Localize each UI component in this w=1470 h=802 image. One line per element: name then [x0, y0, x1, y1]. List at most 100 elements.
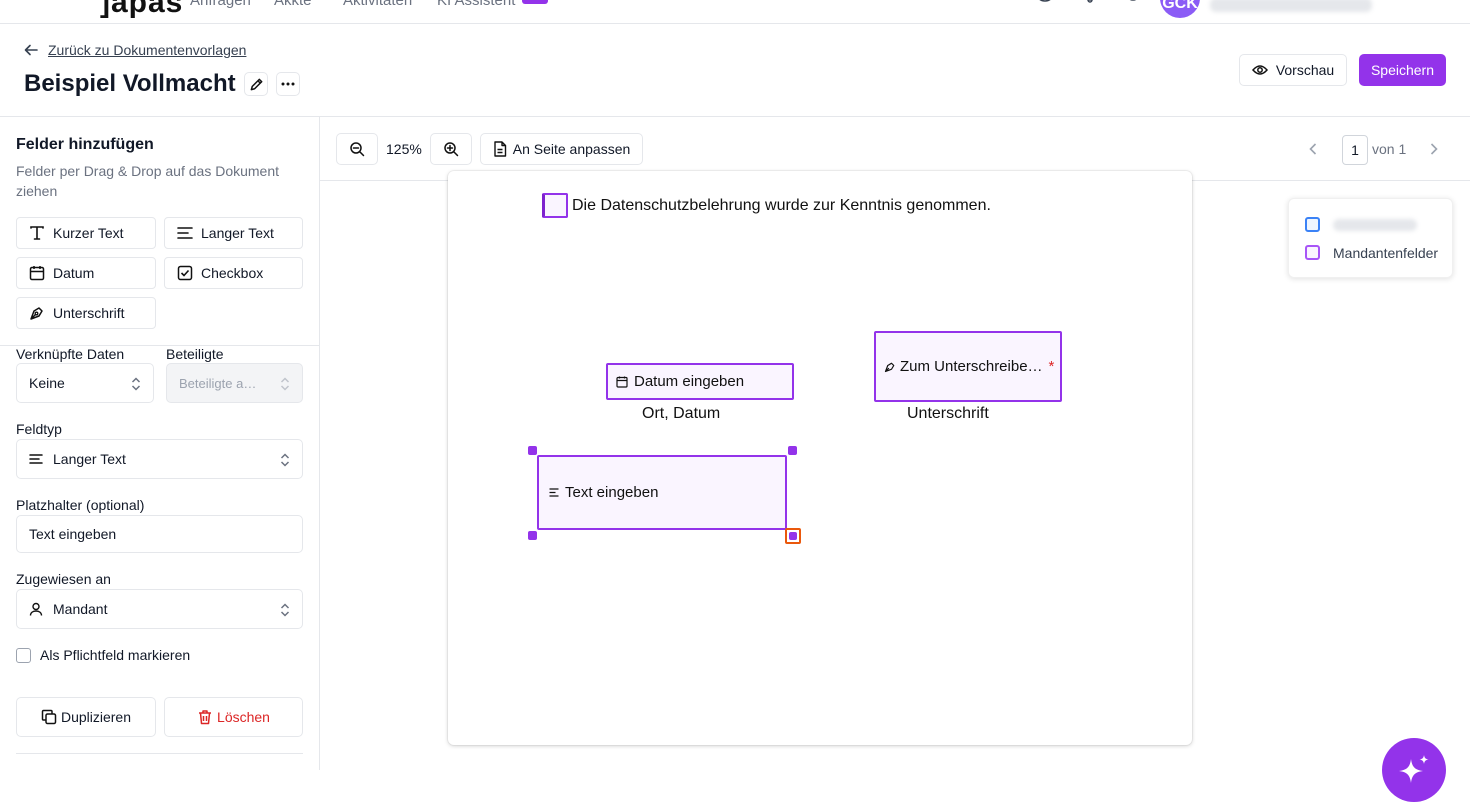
long-text-field-label: Text eingeben: [565, 484, 659, 501]
more-options-button[interactable]: [276, 72, 300, 96]
add-signature-button[interactable]: Unterschrift: [16, 297, 156, 329]
bell-icon[interactable]: [1080, 0, 1100, 6]
participants-placeholder: Beteiligte a…: [179, 375, 257, 391]
legend-swatch-purple: [1305, 245, 1320, 260]
legend-label-mandantenfelder: Mandantenfelder: [1333, 245, 1439, 261]
required-checkbox[interactable]: [16, 648, 31, 663]
save-button[interactable]: Speichern: [1359, 54, 1446, 86]
sidebar-bottom-divider: [16, 753, 303, 754]
zoom-in-button[interactable]: [430, 133, 472, 165]
field-sidebar: Felder hinzufügen Felder per Drag & Drop…: [0, 117, 320, 770]
required-asterisk: *: [1048, 358, 1055, 375]
placeholder-input[interactable]: Text eingeben: [16, 515, 303, 553]
user-icon: [29, 602, 43, 616]
checkbox-field[interactable]: [542, 193, 568, 218]
sidebar-description: Felder per Drag & Drop auf das Dokument …: [16, 163, 280, 199]
add-short-text-button[interactable]: Kurzer Text: [16, 217, 156, 249]
resize-handle-top-right[interactable]: [788, 446, 797, 455]
signature-field[interactable]: Zum Unterschreibe… *: [874, 331, 1062, 402]
assigned-label: Zugewiesen an: [16, 571, 111, 587]
resize-handle-bottom-right[interactable]: [785, 528, 801, 544]
preview-button-label: Vorschau: [1275, 62, 1335, 78]
legend-swatch-blue: [1305, 217, 1320, 232]
date-caption: Ort, Datum: [642, 405, 721, 422]
sparkles-icon: [1399, 755, 1429, 783]
back-link[interactable]: Zurück zu Dokumentenvorlagen: [24, 42, 246, 58]
participants-select[interactable]: Beteiligte a…: [166, 363, 303, 403]
zoom-out-button[interactable]: [336, 133, 378, 165]
linked-data-select[interactable]: Keine: [16, 363, 154, 403]
duplicate-button-label: Duplizieren: [60, 709, 132, 725]
app-logo[interactable]: ]apas: [100, 0, 183, 20]
required-checkbox-label[interactable]: Als Pflichtfeld markieren: [40, 647, 190, 663]
back-link-label: Zurück zu Dokumentenvorlagen: [48, 42, 247, 58]
align-left-icon: [29, 454, 43, 464]
edit-title-button[interactable]: [244, 72, 268, 96]
align-left-icon: [177, 227, 193, 239]
next-page-button[interactable]: [1429, 142, 1439, 156]
resize-handle-bottom-right-fill: [789, 532, 797, 540]
delete-button-label: Löschen: [217, 709, 270, 725]
user-avatar[interactable]: GCK: [1160, 0, 1200, 18]
assigned-value: Mandant: [53, 601, 108, 617]
linked-data-label: Verknüpfte Daten: [16, 346, 125, 362]
help-icon[interactable]: [1035, 0, 1055, 6]
align-left-icon: [549, 488, 559, 497]
long-text-field-selected[interactable]: Text eingeben: [537, 455, 787, 530]
ai-assistant-button[interactable]: [1382, 738, 1446, 802]
add-date-button[interactable]: Datum: [16, 257, 156, 289]
chevrons-up-down-icon: [280, 603, 290, 617]
delete-button[interactable]: Löschen: [164, 697, 303, 737]
preview-button[interactable]: Vorschau: [1239, 54, 1347, 86]
nav-item-anfragen[interactable]: Anfragen: [190, 0, 251, 9]
field-type-select[interactable]: Langer Text: [16, 439, 303, 479]
zoom-in-icon: [444, 142, 459, 157]
checkbox-icon: [177, 265, 193, 281]
prev-page-button[interactable]: [1308, 142, 1318, 156]
ellipsis-icon: [281, 82, 295, 86]
signature-field-label: Zum Unterschreibe…: [900, 358, 1043, 375]
nav-item-akte[interactable]: Akkte: [274, 0, 312, 9]
participants-label: Beteiligte: [166, 346, 224, 362]
calendar-icon: [616, 376, 628, 388]
add-long-text-button[interactable]: Langer Text: [164, 217, 303, 249]
zoom-level: 125%: [386, 141, 422, 157]
chevron-right-icon: [1430, 143, 1438, 155]
chevrons-up-down-icon: [131, 377, 141, 391]
chevrons-up-down-icon: [280, 377, 290, 391]
legend-label-redacted: [1333, 219, 1417, 231]
field-legend: Mandantenfelder: [1288, 198, 1453, 278]
add-signature-label: Unterschrift: [53, 305, 125, 321]
settings-icon[interactable]: [1123, 0, 1143, 6]
add-short-text-label: Kurzer Text: [53, 225, 124, 241]
add-checkbox-button[interactable]: Checkbox: [164, 257, 303, 289]
chevron-left-icon: [1309, 143, 1317, 155]
duplicate-button[interactable]: Duplizieren: [16, 697, 156, 737]
add-checkbox-label: Checkbox: [201, 265, 264, 281]
nav-item-aktivitaeten[interactable]: Aktivitäten: [343, 0, 412, 9]
add-long-text-label: Langer Text: [201, 225, 274, 241]
resize-handle-top-left[interactable]: [528, 446, 537, 455]
page-number-input[interactable]: 1: [1342, 135, 1368, 165]
copy-icon: [41, 709, 57, 725]
document-page[interactable]: Die Datenschutzbelehrung wurde zur Kennt…: [448, 171, 1192, 745]
user-name-redacted[interactable]: [1210, 0, 1372, 12]
placeholder-input-value: Text eingeben: [29, 526, 117, 542]
pencil-icon: [250, 78, 262, 90]
field-type-label: Feldtyp: [16, 421, 62, 437]
checkbox-statement-text: Die Datenschutzbelehrung wurde zur Kennt…: [572, 197, 991, 214]
resize-handle-bottom-left[interactable]: [528, 531, 537, 540]
ai-badge: [522, 0, 548, 4]
arrow-left-icon: [24, 44, 38, 56]
fit-to-page-button[interactable]: An Seite anpassen: [480, 133, 643, 165]
placeholder-label: Platzhalter (optional): [16, 497, 145, 513]
linked-data-value: Keine: [29, 375, 65, 391]
signature-caption: Unterschrift: [907, 405, 989, 422]
date-field[interactable]: Datum eingeben: [606, 363, 794, 400]
nav-item-ki-assistent[interactable]: KI Assistent: [437, 0, 515, 9]
assigned-select[interactable]: Mandant: [16, 589, 303, 629]
field-type-value: Langer Text: [53, 451, 126, 467]
fit-to-page-label: An Seite anpassen: [512, 141, 631, 157]
eye-icon: [1251, 65, 1268, 75]
add-date-label: Datum: [53, 265, 95, 281]
